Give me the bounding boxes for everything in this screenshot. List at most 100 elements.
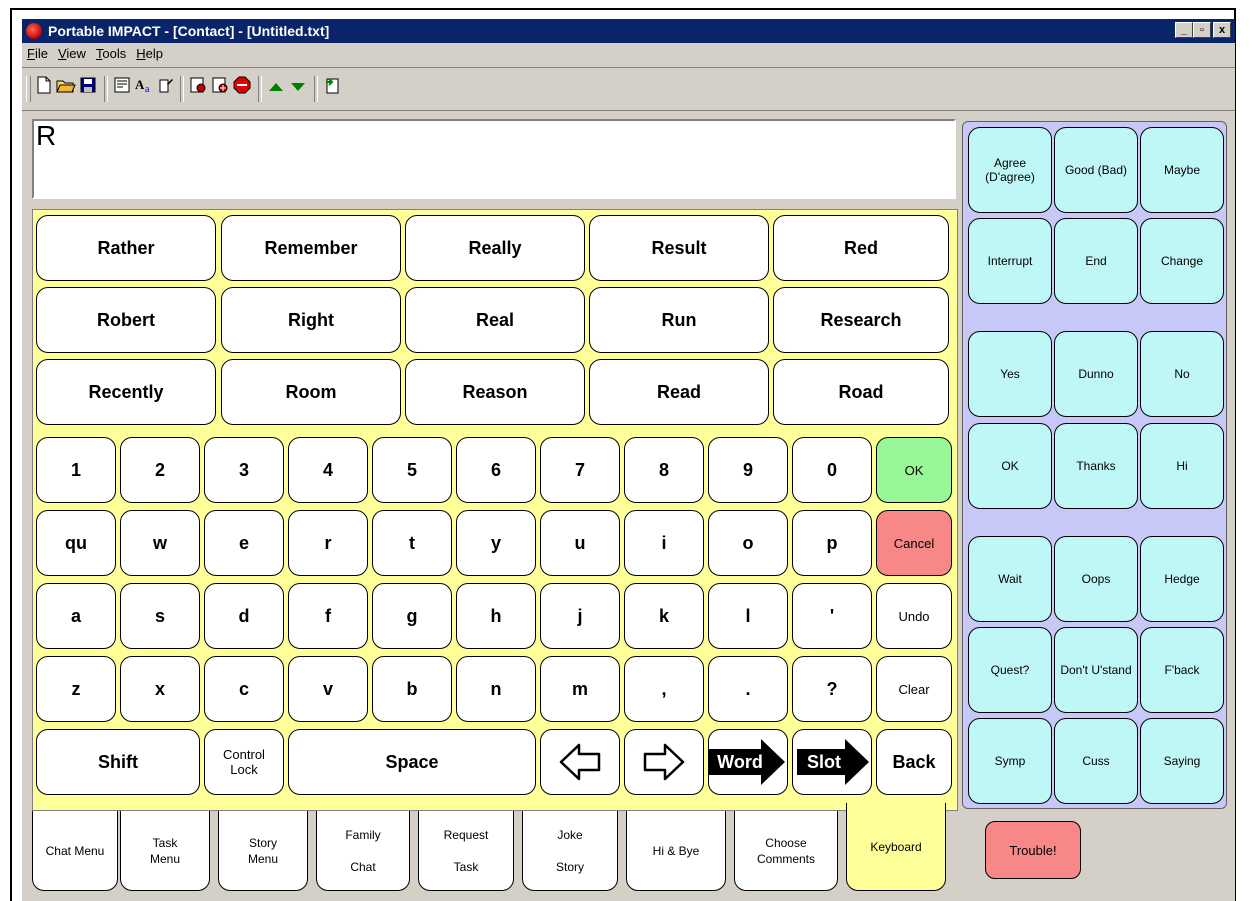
export-icon[interactable] — [322, 76, 342, 100]
left-arrow-key[interactable] — [540, 729, 620, 795]
key-h[interactable]: h — [456, 583, 536, 649]
quick-button-thanks[interactable]: Thanks — [1054, 423, 1138, 509]
word-prediction-key[interactable]: Remember — [221, 215, 401, 281]
key-period[interactable]: . — [708, 656, 788, 722]
word-prediction-key[interactable]: Reason — [405, 359, 585, 425]
tab-chat-menu[interactable]: Chat Menu — [32, 811, 118, 891]
word-prediction-key[interactable]: Road — [773, 359, 949, 425]
new-file-icon[interactable] — [34, 76, 54, 100]
quick-button-symp[interactable]: Symp — [968, 718, 1052, 804]
key-d[interactable]: d — [204, 583, 284, 649]
right-arrow-key[interactable] — [624, 729, 704, 795]
word-prediction-key[interactable]: Recently — [36, 359, 216, 425]
key-qu[interactable]: qu — [36, 510, 116, 576]
word-prediction-key[interactable]: Robert — [36, 287, 216, 353]
menu-file[interactable]: File — [22, 43, 53, 65]
menu-help[interactable]: Help — [131, 43, 168, 65]
close-button[interactable]: x — [1213, 22, 1231, 38]
quick-button-agree[interactable]: Agree (D'agree) — [968, 127, 1052, 213]
quick-button-dunno[interactable]: Dunno — [1054, 331, 1138, 417]
word-prediction-key[interactable]: Research — [773, 287, 949, 353]
key-p[interactable]: p — [792, 510, 872, 576]
key-6[interactable]: 6 — [456, 437, 536, 503]
undo-button[interactable]: Undo — [876, 583, 952, 649]
quick-button-hedge[interactable]: Hedge — [1140, 536, 1224, 622]
key-r[interactable]: r — [288, 510, 368, 576]
up-arrow-icon[interactable] — [266, 76, 286, 100]
quick-button-oops[interactable]: Oops — [1054, 536, 1138, 622]
key-e[interactable]: e — [204, 510, 284, 576]
key-question[interactable]: ? — [792, 656, 872, 722]
key-a[interactable]: a — [36, 583, 116, 649]
shift-key[interactable]: Shift — [36, 729, 200, 795]
key-5[interactable]: 5 — [372, 437, 452, 503]
word-prediction-key[interactable]: Real — [405, 287, 585, 353]
key-0[interactable]: 0 — [792, 437, 872, 503]
slot-key[interactable]: Slot — [792, 729, 872, 795]
quick-button-ok[interactable]: OK — [968, 423, 1052, 509]
menu-tools[interactable]: Tools — [91, 43, 131, 65]
key-2[interactable]: 2 — [120, 437, 200, 503]
tab-task-menu[interactable]: Task Menu — [120, 811, 210, 891]
tab-story-menu[interactable]: Story Menu — [218, 811, 308, 891]
key-l[interactable]: l — [708, 583, 788, 649]
font-icon[interactable]: Aa — [134, 76, 154, 100]
quick-button-saying[interactable]: Saying — [1140, 718, 1224, 804]
tab-family-chat[interactable]: Family Chat — [316, 811, 410, 891]
ok-button[interactable]: OK — [876, 437, 952, 503]
back-key[interactable]: Back — [876, 729, 952, 795]
trouble-button[interactable]: Trouble! — [985, 821, 1081, 879]
quick-button-wait[interactable]: Wait — [968, 536, 1052, 622]
save-icon[interactable] — [78, 76, 98, 100]
key-f[interactable]: f — [288, 583, 368, 649]
word-prediction-key[interactable]: Room — [221, 359, 401, 425]
key-comma[interactable]: , — [624, 656, 704, 722]
tab-hi-bye[interactable]: Hi & Bye — [626, 811, 726, 891]
properties-icon[interactable] — [112, 76, 132, 100]
cancel-button[interactable]: Cancel — [876, 510, 952, 576]
clear-button[interactable]: Clear — [876, 656, 952, 722]
tab-keyboard[interactable]: Keyboard — [846, 803, 946, 891]
control-lock-key[interactable]: Control Lock — [204, 729, 284, 795]
tab-joke-story[interactable]: Joke Story — [522, 811, 618, 891]
key-x[interactable]: x — [120, 656, 200, 722]
phrase-icon[interactable] — [188, 76, 208, 100]
key-3[interactable]: 3 — [204, 437, 284, 503]
key-8[interactable]: 8 — [624, 437, 704, 503]
word-prediction-key[interactable]: Really — [405, 215, 585, 281]
quick-button-hi[interactable]: Hi — [1140, 423, 1224, 509]
quick-button-end[interactable]: End — [1054, 218, 1138, 304]
word-prediction-key[interactable]: Run — [589, 287, 769, 353]
word-prediction-key[interactable]: Rather — [36, 215, 216, 281]
key-s[interactable]: s — [120, 583, 200, 649]
key-b[interactable]: b — [372, 656, 452, 722]
quick-button-quest[interactable]: Quest? — [968, 627, 1052, 713]
space-key[interactable]: Space — [288, 729, 536, 795]
key-t[interactable]: t — [372, 510, 452, 576]
tab-request-task[interactable]: Request Task — [418, 811, 514, 891]
key-u[interactable]: u — [540, 510, 620, 576]
stop-icon[interactable] — [232, 76, 252, 100]
key-4[interactable]: 4 — [288, 437, 368, 503]
key-c[interactable]: c — [204, 656, 284, 722]
quick-button-maybe[interactable]: Maybe — [1140, 127, 1224, 213]
open-folder-icon[interactable] — [56, 76, 76, 100]
key-7[interactable]: 7 — [540, 437, 620, 503]
key-9[interactable]: 9 — [708, 437, 788, 503]
key-g[interactable]: g — [372, 583, 452, 649]
quick-button-no[interactable]: No — [1140, 331, 1224, 417]
key-y[interactable]: y — [456, 510, 536, 576]
key-m[interactable]: m — [540, 656, 620, 722]
minimize-button[interactable]: _ — [1175, 22, 1193, 38]
quick-button-dont-understand[interactable]: Don't U'stand — [1054, 627, 1138, 713]
quick-button-interrupt[interactable]: Interrupt — [968, 218, 1052, 304]
word-prediction-key[interactable]: Read — [589, 359, 769, 425]
menu-view[interactable]: View — [53, 43, 91, 65]
message-output-field[interactable]: R — [32, 119, 956, 199]
key-k[interactable]: k — [624, 583, 704, 649]
key-z[interactable]: z — [36, 656, 116, 722]
key-i[interactable]: i — [624, 510, 704, 576]
down-arrow-icon[interactable] — [288, 76, 308, 100]
edit-icon[interactable] — [156, 76, 176, 100]
key-w[interactable]: w — [120, 510, 200, 576]
